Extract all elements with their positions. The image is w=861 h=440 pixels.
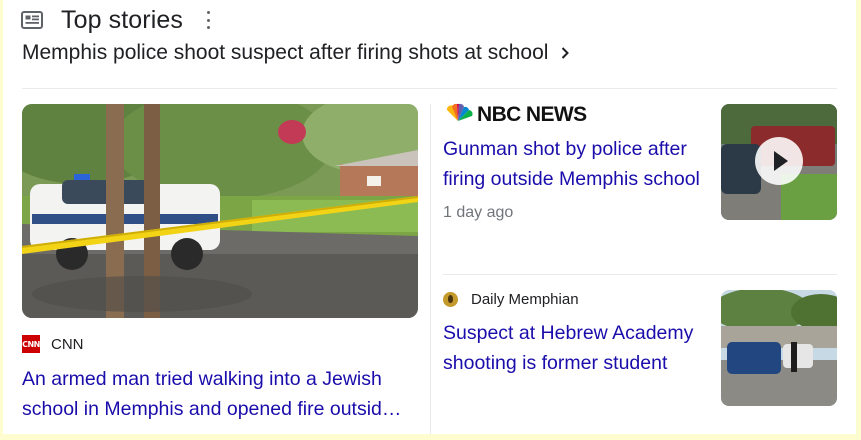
story-source: NBC NEWS — [443, 103, 708, 128]
story-headline[interactable]: An armed man tried walking into a Jewish… — [22, 364, 418, 424]
section-title: Top stories — [61, 5, 183, 34]
top-stories-panel: Top stories Memphis police shoot suspect… — [3, 0, 856, 434]
daily-memphian-logo-icon — [443, 291, 458, 307]
newspaper-icon — [21, 11, 43, 29]
story-text: Daily Memphian Suspect at Hebrew Academy… — [443, 288, 708, 378]
story-source: CNN CNN — [22, 334, 418, 354]
source-name: CNN — [51, 335, 84, 353]
nbc-peacock-icon — [443, 103, 473, 128]
chevron-right-icon — [558, 46, 572, 60]
top-stories-header: Top stories — [21, 4, 211, 36]
divider — [22, 88, 837, 89]
story-card-cnn[interactable]: CNN CNN An armed man tried walking into … — [22, 104, 418, 424]
video-thumbnail[interactable] — [721, 104, 837, 220]
more-options-icon[interactable] — [205, 11, 211, 29]
source-name: Daily Memphian — [471, 290, 579, 308]
story-text: NBC NEWS Gunman shot by police after fir… — [443, 103, 708, 222]
topic-link[interactable]: Memphis police shoot suspect after firin… — [22, 41, 572, 65]
story-headline[interactable]: Suspect at Hebrew Academy shooting is fo… — [443, 318, 708, 378]
cnn-logo-icon: CNN — [22, 335, 40, 353]
story-timestamp: 1 day ago — [443, 204, 514, 221]
source-name: NBC NEWS — [477, 103, 587, 126]
story-image[interactable] — [22, 104, 418, 318]
story-headline[interactable]: Gunman shot by police after firing outsi… — [443, 134, 708, 194]
topic-title: Memphis police shoot suspect after firin… — [22, 41, 549, 64]
story-card-daily-memphian[interactable]: Daily Memphian Suspect at Hebrew Academy… — [443, 288, 837, 418]
divider — [443, 274, 837, 275]
vertical-divider — [430, 104, 431, 434]
play-icon[interactable] — [755, 137, 803, 185]
story-thumbnail[interactable] — [721, 290, 837, 406]
story-source: Daily Memphian — [443, 288, 708, 310]
story-card-nbc[interactable]: NBC NEWS Gunman shot by police after fir… — [443, 103, 837, 264]
